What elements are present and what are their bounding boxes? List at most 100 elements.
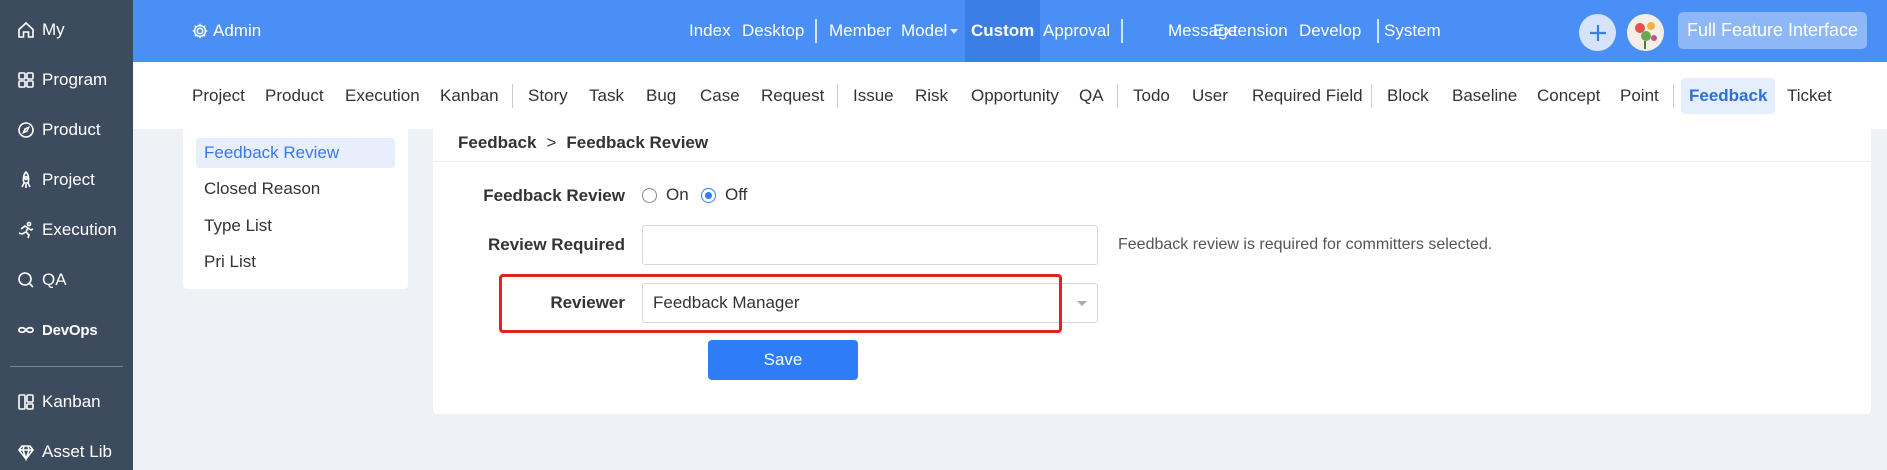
sidebar-item-label: My: [42, 20, 65, 39]
menu-item-closed-reason[interactable]: Closed Reason: [196, 174, 395, 204]
rocket-icon: [21, 170, 31, 188]
breadcrumb-separator: >: [546, 133, 557, 152]
sidebar: My Program Product Project Execution QA …: [0, 0, 133, 470]
runner-icon: [18, 221, 34, 239]
settings-panel: Feedback > Feedback Review Feedback Revi…: [433, 125, 1871, 414]
sidebar-item-label: Project: [42, 170, 95, 189]
kanban-icon: [18, 394, 34, 410]
nav-member[interactable]: Member: [829, 0, 891, 62]
reviewer-label: Reviewer: [550, 293, 625, 312]
tab-case[interactable]: Case: [692, 78, 748, 114]
nav-separator: [1121, 19, 1123, 43]
nav-approval[interactable]: Approval: [1043, 0, 1110, 62]
chevron-down-icon: [1077, 301, 1087, 306]
tab-risk[interactable]: Risk: [907, 78, 956, 114]
sidebar-item-devops[interactable]: DevOps: [0, 310, 133, 350]
top-header: Admin Index Desktop Member Model Custom …: [133, 0, 1887, 62]
tab-story[interactable]: Story: [520, 78, 576, 114]
nav-develop[interactable]: Develop: [1299, 0, 1361, 62]
diamond-icon: [17, 445, 35, 462]
sidebar-item-project[interactable]: Project: [0, 160, 133, 200]
feedback-review-label: Feedback Review: [483, 186, 625, 205]
tab-task[interactable]: Task: [581, 78, 632, 114]
breadcrumb-current: Feedback Review: [566, 133, 709, 152]
radio-on[interactable]: On: [642, 185, 689, 205]
nav-model[interactable]: Model: [901, 0, 959, 62]
tab-issue[interactable]: Issue: [845, 78, 902, 114]
menu-item-feedback-review[interactable]: Feedback Review: [196, 138, 395, 168]
panel-divider: [433, 161, 1871, 162]
nav-model-label: Model: [901, 21, 948, 40]
avatar-image-icon: [1635, 22, 1657, 49]
menu-item-type-list[interactable]: Type List: [196, 211, 395, 241]
tab-block[interactable]: Block: [1379, 78, 1437, 114]
reviewer-select-value: Feedback Manager: [653, 293, 800, 312]
tab-point[interactable]: Point: [1612, 78, 1667, 114]
radio-off[interactable]: Off: [701, 185, 747, 205]
sidebar-item-label: Asset Lib: [42, 442, 112, 461]
full-feature-interface-button[interactable]: Full Feature Interface: [1678, 12, 1867, 49]
nav-custom[interactable]: Custom: [965, 0, 1041, 62]
tab-user[interactable]: User: [1184, 78, 1236, 114]
breadcrumb-parent[interactable]: Feedback: [458, 133, 536, 153]
nav-separator: [815, 19, 817, 43]
tab-qa[interactable]: QA: [1071, 78, 1112, 114]
tab-bug[interactable]: Bug: [638, 78, 684, 114]
tab-request[interactable]: Request: [753, 78, 832, 114]
tab-kanban[interactable]: Kanban: [432, 78, 507, 114]
nav-system[interactable]: System: [1384, 0, 1441, 62]
sidebar-item-label: Execution: [42, 220, 117, 239]
nav-index[interactable]: Index: [689, 0, 731, 62]
tab-product[interactable]: Product: [257, 78, 332, 114]
sidebar-item-kanban[interactable]: Kanban: [0, 382, 133, 422]
radio-on-label: On: [666, 185, 689, 204]
radio-off-circle[interactable]: [701, 187, 716, 203]
tab-separator: [512, 84, 513, 108]
plus-icon: [1589, 24, 1606, 41]
radio-on-circle[interactable]: [642, 187, 657, 203]
sidebar-item-label: Product: [42, 120, 101, 139]
review-required-label: Review Required: [488, 235, 625, 254]
review-required-hint: Feedback review is required for committe…: [1118, 236, 1493, 253]
admin-label: Admin: [213, 21, 262, 40]
sidebar-item-product[interactable]: Product: [0, 110, 133, 150]
tab-separator: [837, 84, 838, 108]
sidebar-item-program[interactable]: Program: [0, 60, 133, 100]
sidebar-item-asset-lib[interactable]: Asset Lib: [0, 432, 133, 470]
tab-feedback[interactable]: Feedback: [1681, 78, 1776, 114]
tab-todo[interactable]: Todo: [1125, 78, 1178, 114]
home-icon: [18, 21, 34, 38]
tab-separator: [1673, 84, 1674, 108]
chevron-down-icon: [950, 29, 959, 35]
admin-menu[interactable]: Admin: [191, 0, 261, 62]
avatar[interactable]: [1627, 14, 1664, 51]
tab-execution[interactable]: Execution: [337, 78, 428, 114]
menu-item-pri-list[interactable]: Pri List: [196, 247, 395, 277]
gear-icon: [192, 23, 208, 39]
review-required-input[interactable]: [642, 225, 1098, 265]
tab-separator: [1371, 84, 1372, 108]
tab-ticket[interactable]: Ticket: [1779, 78, 1840, 114]
save-button[interactable]: Save: [708, 340, 858, 380]
reviewer-select[interactable]: Feedback Manager: [642, 283, 1098, 323]
tab-separator: [1117, 84, 1118, 108]
sidebar-item-label: DevOps: [42, 321, 98, 339]
compass-icon: [18, 122, 34, 138]
tab-baseline[interactable]: Baseline: [1444, 78, 1525, 114]
module-tabs: Project Product Execution Kanban Story T…: [133, 62, 1887, 129]
tab-required-field[interactable]: Required Field: [1244, 78, 1371, 114]
breadcrumb: Feedback > Feedback Review: [458, 125, 708, 161]
nav-extension[interactable]: Extension: [1213, 0, 1288, 62]
sidebar-item-qa[interactable]: QA: [0, 260, 133, 300]
tab-project[interactable]: Project: [184, 78, 253, 114]
settings-menu: Feedback Review Closed Reason Type List …: [183, 125, 408, 289]
tab-opportunity[interactable]: Opportunity: [963, 78, 1067, 114]
grid-icon: [18, 72, 34, 88]
sidebar-item-my[interactable]: My: [0, 10, 133, 50]
sidebar-item-execution[interactable]: Execution: [0, 210, 133, 250]
tab-concept[interactable]: Concept: [1529, 78, 1608, 114]
sidebar-divider: [10, 366, 123, 367]
search-bug-icon: [18, 272, 34, 288]
add-button[interactable]: [1579, 14, 1616, 51]
nav-desktop[interactable]: Desktop: [742, 0, 804, 62]
